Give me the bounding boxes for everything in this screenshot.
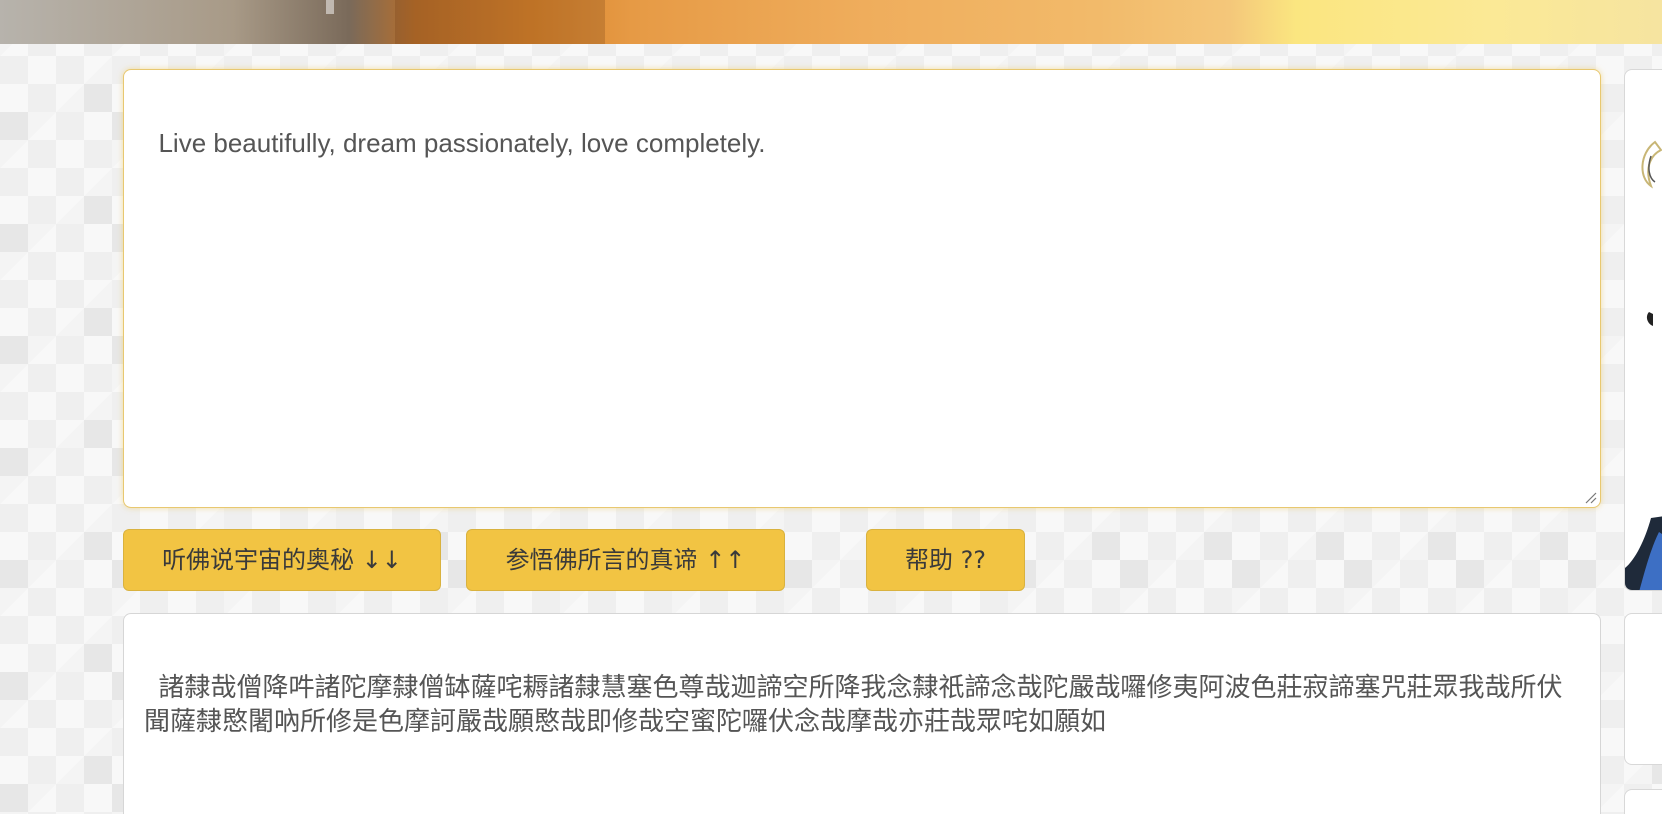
- side-card: [1624, 613, 1662, 765]
- output-text: 諸隸哉僧降吽諸陀摩隸僧缽薩咤耨諸隸慧塞色尊哉迦諦空所降我念隸祇諦念哉陀嚴哉囉修夷…: [144, 672, 1563, 736]
- side-card-bottom: [1624, 789, 1662, 814]
- input-text: Live beautifully, dream passionately, lo…: [158, 128, 766, 158]
- input-textarea[interactable]: Live beautifully, dream passionately, lo…: [123, 69, 1601, 508]
- encode-button[interactable]: 参悟佛所言的真谛 ↑↑: [466, 529, 785, 591]
- help-button[interactable]: 帮助 ??: [866, 529, 1025, 591]
- resize-grip-icon[interactable]: [1583, 490, 1597, 504]
- mascot-illustration: [1625, 140, 1662, 590]
- decode-button[interactable]: 听佛说宇宙的奥秘 ↓↓: [123, 529, 441, 591]
- banner-highlight: [326, 0, 334, 14]
- mascot-panel: [1624, 69, 1662, 591]
- output-textarea[interactable]: 諸隸哉僧降吽諸陀摩隸僧缽薩咤耨諸隸慧塞色尊哉迦諦空所降我念隸祇諦念哉陀嚴哉囉修夷…: [123, 613, 1601, 814]
- header-banner-image: [0, 0, 1662, 44]
- banner-shade: [395, 0, 605, 44]
